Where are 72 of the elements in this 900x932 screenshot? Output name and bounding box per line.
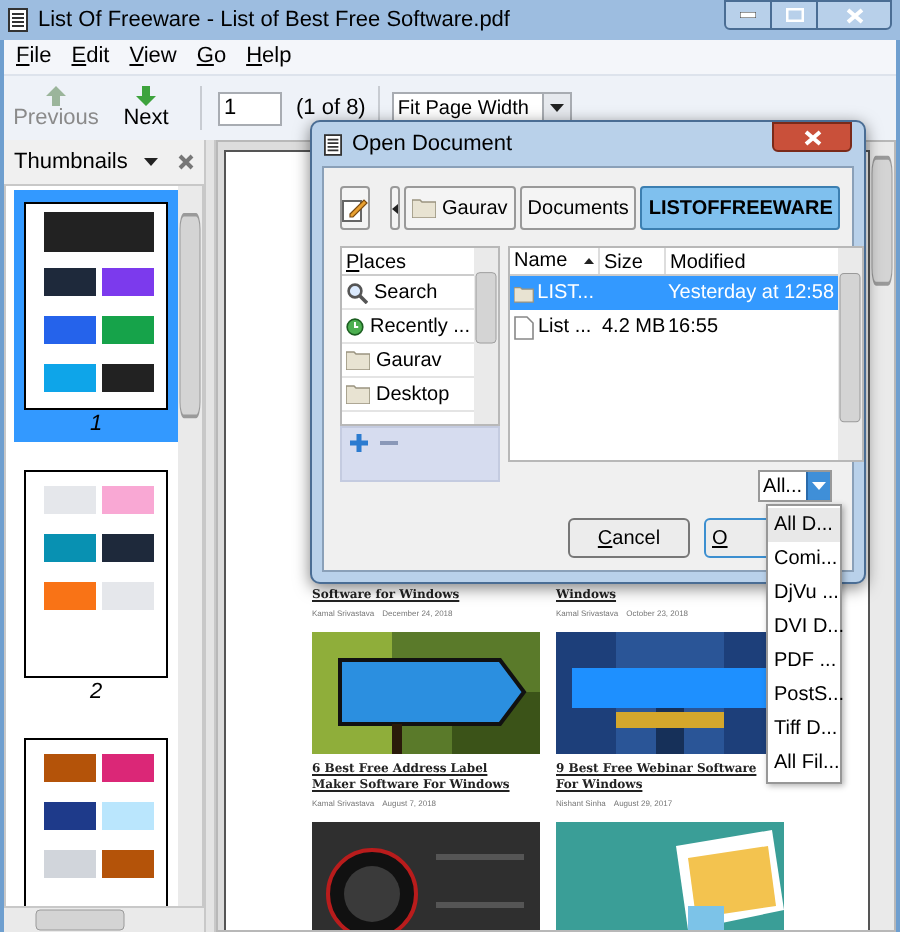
menu-item[interactable]: View [129, 40, 177, 74]
menu-option[interactable]: PostS... [768, 678, 840, 712]
caret-icon [812, 482, 826, 490]
next-button[interactable]: Next [108, 85, 184, 131]
up-arrow-icon [46, 85, 66, 105]
place-item[interactable]: Gaurav [342, 344, 474, 378]
close-button[interactable] [772, 122, 852, 152]
back-button[interactable] [390, 186, 400, 230]
left-caret-icon [392, 203, 398, 213]
close-icon[interactable] [178, 154, 194, 170]
file-modified: Yesterday at 12:58 [666, 280, 837, 308]
pencil-icon [342, 195, 368, 221]
maximize-button[interactable] [772, 0, 816, 30]
menu-item[interactable]: Edit [71, 40, 110, 74]
scrollbar[interactable] [474, 248, 498, 424]
maximize-icon [785, 8, 803, 22]
panel-title: Thumbnails [14, 147, 128, 178]
menu-option[interactable]: All D... [768, 508, 840, 542]
scrollbar[interactable] [4, 908, 204, 932]
page-count: (1 of 8) [296, 93, 366, 124]
path-button[interactable]: LISTOFFREEWARE [640, 186, 841, 230]
caret-icon [549, 104, 564, 112]
close-icon [845, 7, 863, 23]
page-thumbnail[interactable] [24, 738, 168, 906]
file-size: 4.2 MB [602, 316, 666, 338]
minimize-icon [740, 12, 756, 18]
scrollbar[interactable] [178, 186, 202, 906]
file-name: List ... [538, 314, 592, 342]
path-button[interactable]: Gaurav [404, 186, 516, 230]
menu-option[interactable]: Tiff D... [768, 712, 840, 746]
place-item[interactable]: Desktop [342, 378, 474, 412]
document-icon [8, 8, 28, 32]
dialog-title: Open Document [352, 129, 513, 160]
file-icon [514, 315, 534, 339]
menu-item[interactable]: File [16, 40, 52, 74]
file-modified: 16:55 [666, 314, 721, 342]
menu-option[interactable]: DjVu ... [768, 576, 840, 610]
document-icon [324, 133, 342, 155]
scrollbar[interactable] [870, 142, 894, 930]
column-header[interactable]: Size [598, 248, 664, 274]
menu-option[interactable]: All Fil... [768, 746, 840, 780]
dialog-button[interactable]: Cancel [568, 518, 690, 558]
file-name: LIST... [537, 280, 594, 308]
folder-icon [514, 283, 534, 303]
filter-dropdown[interactable]: All... [757, 470, 832, 502]
dropdown-icon [144, 158, 158, 166]
column-header[interactable]: Name [510, 248, 598, 274]
add-icon[interactable] [350, 434, 368, 452]
sort-icon [584, 258, 594, 264]
minimize-button[interactable] [724, 0, 772, 30]
folder-icon [346, 384, 370, 404]
window-title: List Of Freeware - List of Best Free Software.pdf [38, 5, 510, 36]
menu-item[interactable]: Help [246, 40, 292, 74]
close-icon [803, 129, 821, 145]
page-field[interactable]: 1 [218, 91, 282, 125]
folder-icon [412, 198, 436, 218]
page-number: 2 [89, 678, 103, 706]
menu-option[interactable]: PDF ... [768, 644, 840, 678]
search-icon [346, 281, 368, 303]
menu-option[interactable]: DVI D... [768, 610, 840, 644]
edit-button[interactable] [340, 186, 370, 230]
close-button[interactable] [816, 0, 892, 30]
path-button[interactable]: Documents [519, 186, 637, 230]
scrollbar[interactable] [838, 248, 863, 460]
clock-icon [346, 315, 364, 337]
down-arrow-icon [136, 85, 156, 105]
page-thumbnail[interactable] [24, 470, 168, 678]
page-number: 1 [89, 410, 103, 438]
folder-icon [346, 350, 370, 370]
file-row[interactable]: List ... 4.2 MB16:55 [510, 310, 839, 344]
page-thumbnail[interactable] [24, 202, 168, 410]
menu-item[interactable]: Go [196, 40, 227, 74]
